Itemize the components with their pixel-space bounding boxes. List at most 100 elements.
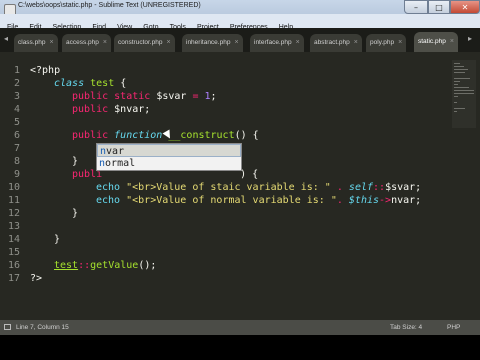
code-token: ; — [210, 91, 217, 102]
code-editor[interactable]: 1 2 3 4 5 6 7 8 9 10 11 12 13 14 15 16 1… — [0, 52, 480, 320]
line-number: 10 — [7, 182, 20, 193]
tab-label: abstract.php — [314, 39, 350, 46]
tab-close-icon[interactable]: × — [49, 39, 53, 46]
code-token: "<br>Value of staic variable is: " — [126, 182, 331, 193]
code-token: __construct — [168, 130, 235, 141]
code-line: public $nvar; — [72, 103, 150, 116]
code-token: self — [348, 182, 374, 193]
minimap-line — [454, 81, 460, 82]
minimize-button[interactable]: – — [404, 0, 428, 14]
code-token: $svar — [156, 91, 187, 102]
code-line: class test { — [54, 77, 126, 90]
code-line: ?> — [30, 272, 42, 285]
close-button[interactable]: ✕ — [450, 0, 480, 14]
tab-label: poly.php — [370, 39, 395, 46]
autocomplete-item[interactable]: normal — [97, 157, 241, 170]
code-token: public — [72, 104, 109, 115]
code-token: $svar; — [385, 182, 422, 193]
maximize-button[interactable]: □ — [428, 0, 450, 14]
minimap-line — [454, 72, 465, 73]
code-line: echo "<br>Value of normal variable is: "… — [96, 194, 421, 207]
minimap[interactable] — [452, 60, 476, 128]
status-panel-icon[interactable] — [4, 324, 11, 330]
tab-close-icon[interactable]: × — [450, 38, 454, 45]
tab-label: interface.php — [254, 39, 292, 46]
line-number: 1 — [13, 65, 20, 76]
code-token: { — [120, 78, 127, 89]
code-line: test::getValue(); — [54, 259, 156, 272]
tab-scroll-left-icon[interactable]: ◂ — [4, 34, 12, 43]
line-number: 12 — [7, 208, 20, 219]
code-token: } — [72, 156, 79, 167]
line-number: 15 — [7, 247, 20, 258]
line-number: 6 — [13, 130, 20, 141]
line-number: 8 — [13, 156, 20, 167]
tab-close-icon[interactable]: × — [103, 39, 107, 46]
code-token: . — [336, 195, 343, 206]
menu-bar: File Edit Selection Find View Goto Tools… — [0, 14, 480, 31]
minimap-line — [454, 96, 458, 97]
line-number: 2 — [13, 78, 20, 89]
autocomplete-popup[interactable]: nvar normal — [96, 143, 242, 171]
minimap-line — [454, 111, 457, 112]
line-number: 11 — [7, 195, 20, 206]
minimap-line — [454, 108, 465, 109]
minimap-line — [454, 90, 474, 91]
line-number: 17 — [7, 273, 20, 284]
code-token: () { — [234, 130, 259, 141]
tab-close-icon[interactable]: × — [234, 39, 238, 46]
code-token: . — [336, 182, 343, 193]
tab-class-php[interactable]: class.php × — [14, 34, 58, 52]
php-close-tag: ?> — [30, 273, 43, 284]
code-token: nvar; — [391, 195, 422, 206]
code-token: -> — [379, 195, 392, 206]
tab-close-icon[interactable]: × — [166, 39, 170, 46]
tab-close-icon[interactable]: × — [296, 39, 300, 46]
code-token: "<br>Value of normal variable is: " — [126, 195, 337, 206]
tab-constructor-php[interactable]: constructor.php × — [114, 34, 175, 52]
code-token: echo — [96, 182, 121, 193]
code-token: } — [54, 234, 61, 245]
tab-close-icon[interactable]: × — [398, 39, 402, 46]
tab-size-selector[interactable]: Tab Size: 4 — [390, 320, 422, 335]
line-number: 7 — [13, 143, 20, 154]
tab-scroll-right-icon[interactable]: ▸ — [468, 34, 476, 43]
tab-bar: ◂ class.php × access.php × constructor.php… — [0, 28, 480, 52]
tab-access-php[interactable]: access.php × — [62, 34, 111, 52]
code-token: test — [90, 78, 115, 89]
tab-close-icon[interactable]: × — [354, 39, 358, 46]
tab-interface-php[interactable]: interface.php × — [250, 34, 304, 52]
line-number: 3 — [13, 91, 20, 102]
code-token: public — [72, 130, 109, 141]
line-number: 16 — [7, 260, 20, 271]
code-token: echo — [96, 195, 121, 206]
minimap-line — [454, 93, 474, 94]
minimap-line — [454, 102, 457, 103]
code-token: = — [192, 91, 199, 102]
code-token: :: — [373, 182, 386, 193]
code-token: static — [114, 91, 151, 102]
line-number: 5 — [13, 117, 20, 128]
minimap-line — [454, 63, 460, 64]
code-token: } — [72, 208, 79, 219]
line-number-gutter: 1 2 3 4 5 6 7 8 9 10 11 12 13 14 15 16 1… — [0, 52, 24, 320]
minimap-line — [454, 69, 468, 70]
tab-poly-php[interactable]: poly.php × — [366, 34, 407, 52]
letterbox — [0, 335, 480, 360]
line-number: 4 — [13, 104, 20, 115]
line-number: 14 — [7, 234, 20, 245]
code-line: <?php — [30, 64, 60, 77]
autocomplete-rest: ormal — [105, 158, 136, 169]
code-token: $this — [348, 195, 380, 206]
tab-inheritance-php[interactable]: inheritance.php × — [182, 34, 243, 52]
syntax-selector[interactable]: PHP — [447, 320, 460, 335]
tab-abstract-php[interactable]: abstract.php × — [310, 34, 362, 52]
code-line: } — [72, 155, 78, 168]
code-area[interactable]: <?php class test { public static $svar =… — [30, 52, 470, 320]
tab-label: inheritance.php — [186, 39, 231, 46]
minimap-line — [454, 78, 470, 79]
code-line: public static $svar = 1; — [72, 90, 217, 103]
tab-static-php[interactable]: static.php × — [414, 32, 458, 52]
code-token: test — [54, 260, 79, 271]
autocomplete-item[interactable]: nvar — [97, 144, 241, 157]
